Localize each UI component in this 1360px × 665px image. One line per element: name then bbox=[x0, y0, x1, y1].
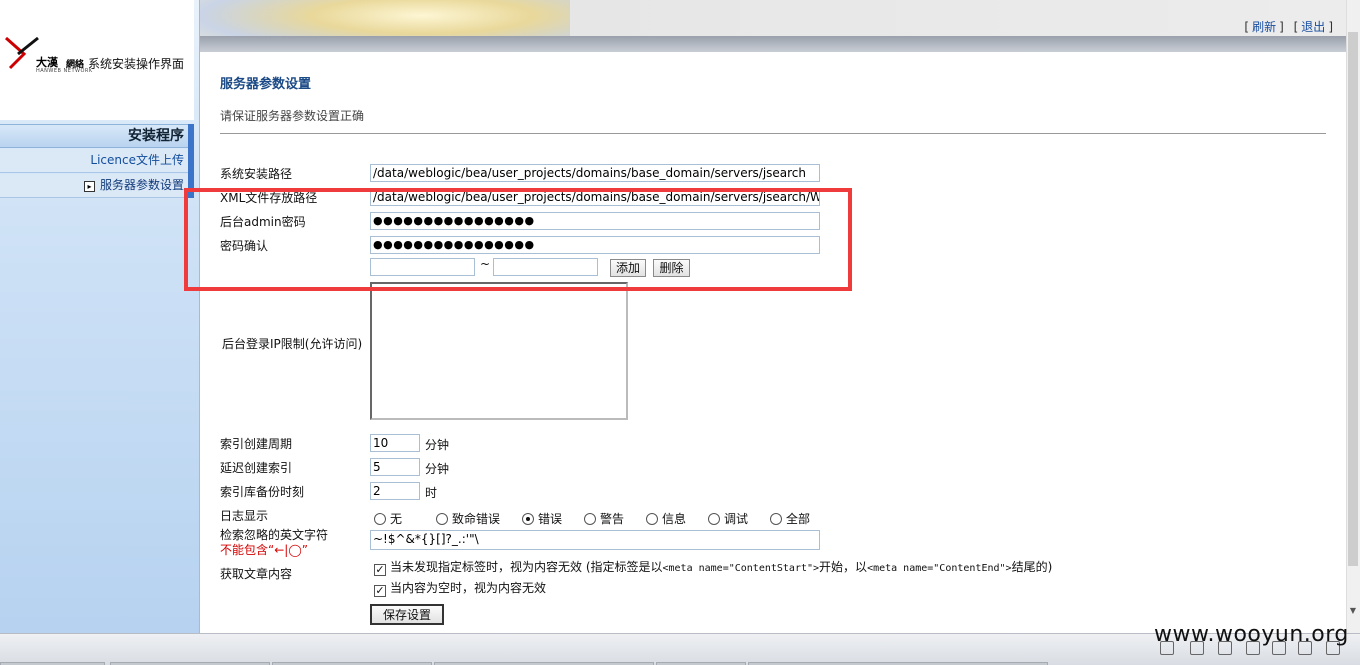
logo: 大漢 網絡 系统安装操作界面 HANWEB NETWORK bbox=[0, 0, 194, 120]
index-cycle-unit: 分钟 bbox=[425, 438, 450, 452]
fetch-content-check-1[interactable]: ✓ 当未发现指定标签时，视为内容无效 (指定标签是以<meta name="Con… bbox=[374, 558, 1052, 576]
log-level-option-label: 无 bbox=[390, 512, 403, 526]
radio-button-icon[interactable] bbox=[646, 513, 658, 525]
delay-index-input[interactable]: 5 bbox=[370, 458, 420, 476]
log-level-option-label: 致命错误 bbox=[452, 512, 501, 526]
radio-button-icon[interactable] bbox=[584, 513, 596, 525]
page-subtitle: 请保证服务器参数设置正确 bbox=[220, 109, 365, 123]
log-level-option-label: 信息 bbox=[662, 512, 687, 526]
install-path-label: 系统安装路径 bbox=[220, 167, 293, 181]
log-level-option-label: 错误 bbox=[538, 512, 563, 526]
save-settings-button[interactable]: 保存设置 bbox=[370, 604, 444, 625]
page-title: 服务器参数设置 bbox=[220, 77, 312, 92]
logout-link[interactable]: 退出 bbox=[1301, 20, 1325, 34]
log-level-option-label: 全部 bbox=[786, 512, 811, 526]
log-level-option[interactable]: 全部 bbox=[770, 510, 810, 527]
main-content: 服务器参数设置 请保证服务器参数设置正确 系统安装路径 /data/weblog… bbox=[200, 52, 1346, 633]
sidebar-accent bbox=[188, 124, 194, 198]
radio-button-icon[interactable] bbox=[436, 513, 448, 525]
backup-time-unit: 时 bbox=[425, 486, 438, 500]
scrollbar-thumb[interactable] bbox=[1348, 32, 1358, 566]
checkbox-checked-icon[interactable]: ✓ bbox=[374, 564, 386, 576]
sidebar-item-label: Licence文件上传 bbox=[90, 153, 184, 167]
ip-limit-label: 后台登录IP限制(允许访问) bbox=[222, 337, 363, 351]
backup-time-input[interactable]: 2 bbox=[370, 482, 420, 500]
radio-button-icon[interactable] bbox=[522, 513, 534, 525]
sidebar-item-label: 服务器参数设置 bbox=[99, 178, 184, 192]
log-level-option-label: 警告 bbox=[600, 512, 625, 526]
sidebar-item-licence-upload[interactable]: Licence文件上传 bbox=[0, 149, 194, 173]
index-cycle-input[interactable]: 10 bbox=[370, 434, 420, 452]
sidebar-item-server-settings[interactable]: ▸ 服务器参数设置 bbox=[0, 174, 194, 198]
delay-index-unit: 分钟 bbox=[425, 462, 450, 476]
log-level-option[interactable]: 信息 bbox=[646, 510, 686, 527]
sidebar: 大漢 網絡 系统安装操作界面 HANWEB NETWORK 安装程序 Licen… bbox=[0, 0, 200, 633]
banner-strip bbox=[200, 36, 1350, 52]
fetch-content-check-2[interactable]: ✓ 当内容为空时，视为内容无效 bbox=[374, 579, 546, 597]
ip-list-box[interactable] bbox=[370, 282, 628, 420]
ignore-chars-warning: 不能包含“←|◯” bbox=[220, 543, 308, 557]
ignore-chars-input[interactable]: ~!$^&*{}[]?_.:'"\ bbox=[370, 530, 820, 550]
divider bbox=[220, 133, 1326, 134]
radio-button-icon[interactable] bbox=[770, 513, 782, 525]
logo-mark-icon bbox=[5, 36, 39, 70]
refresh-link[interactable]: 刷新 bbox=[1252, 20, 1276, 34]
log-level-option[interactable]: 致命错误 bbox=[436, 510, 500, 527]
watermark: www.wooyun.org bbox=[1154, 622, 1349, 647]
checkbox-checked-icon[interactable]: ✓ bbox=[374, 585, 386, 597]
install-path-input[interactable]: /data/weblogic/bea/user_projects/domains… bbox=[370, 164, 820, 182]
fetch-content-label: 获取文章内容 bbox=[220, 567, 293, 581]
logo-subtitle: 系统安装操作界面 bbox=[88, 57, 185, 71]
index-cycle-label: 索引创建周期 bbox=[220, 437, 293, 451]
log-display-label: 日志显示 bbox=[220, 509, 269, 523]
highlight-annotation-box bbox=[184, 188, 852, 291]
log-level-option-label: 调试 bbox=[724, 512, 749, 526]
nav-header: 安装程序 bbox=[0, 124, 194, 148]
scroll-down-icon[interactable]: ▼ bbox=[1348, 606, 1358, 618]
top-links: [刷新] [退出] bbox=[1244, 20, 1333, 34]
log-level-option[interactable]: 无 bbox=[374, 510, 402, 527]
radio-button-icon[interactable] bbox=[708, 513, 720, 525]
log-level-option[interactable]: 调试 bbox=[708, 510, 748, 527]
arrow-box-icon: ▸ bbox=[83, 181, 95, 192]
radio-button-icon[interactable] bbox=[374, 513, 386, 525]
log-level-option[interactable]: 警告 bbox=[584, 510, 624, 527]
backup-time-label: 索引库备份时刻 bbox=[220, 485, 305, 499]
delay-index-label: 延迟创建索引 bbox=[220, 461, 293, 475]
log-level-option[interactable]: 错误 bbox=[522, 510, 562, 527]
logo-english: HANWEB NETWORK bbox=[36, 68, 93, 74]
